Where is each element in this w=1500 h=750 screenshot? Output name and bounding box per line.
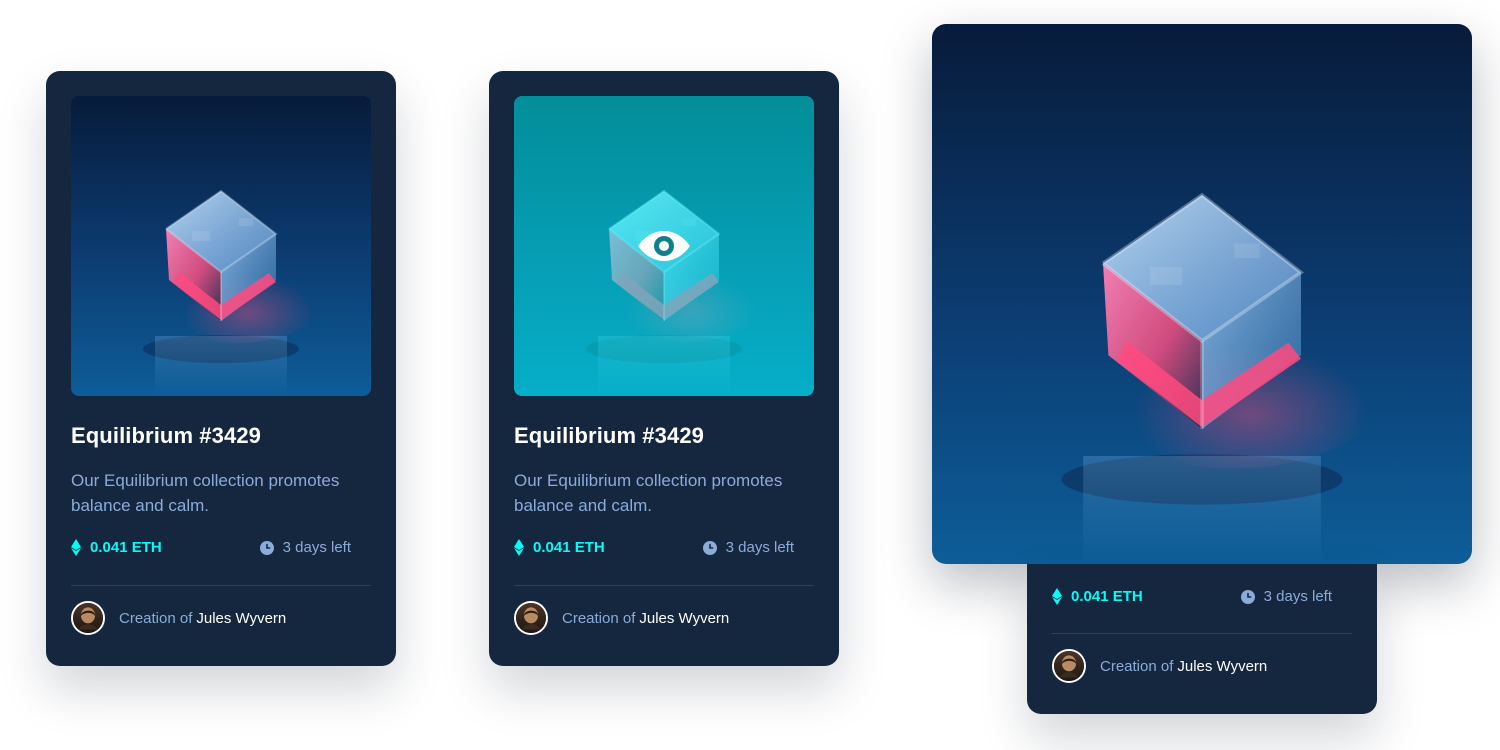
equilibrium-image-hover[interactable] — [514, 96, 814, 396]
clock-icon — [1240, 589, 1255, 604]
time-left-value: 3 days left — [725, 539, 794, 556]
divider — [1052, 633, 1352, 634]
cube-illustration — [71, 96, 371, 396]
price: 0.041 ETH — [514, 539, 605, 556]
clock-icon — [702, 540, 717, 555]
creator-prefix: Creation of — [1100, 657, 1174, 675]
creator-row: Creation of Jules Wyvern — [1052, 649, 1267, 683]
nft-title[interactable]: Equilibrium #3429 — [514, 423, 704, 449]
price: 0.041 ETH — [71, 539, 162, 556]
creator-prefix: Creation of — [119, 609, 193, 627]
ethereum-icon — [1052, 588, 1062, 605]
stats-row: 0.041 ETH 3 days left — [71, 539, 371, 563]
creator-avatar — [514, 601, 548, 635]
time-left: 3 days left — [1240, 588, 1332, 605]
divider — [71, 585, 371, 586]
clock-icon — [259, 540, 274, 555]
equilibrium-image-large[interactable] — [932, 24, 1472, 564]
time-left-value: 3 days left — [1263, 588, 1332, 605]
nft-description: Our Equilibrium collection promotes bala… — [71, 471, 340, 515]
creator-name[interactable]: Jules Wyvern — [1177, 658, 1267, 675]
creator-avatar — [71, 601, 105, 635]
time-left-value: 3 days left — [282, 539, 351, 556]
eye-icon-svg — [638, 231, 690, 261]
time-left: 3 days left — [702, 539, 794, 556]
price-value: 0.041 ETH — [90, 539, 162, 556]
creator-prefix: Creation of — [562, 609, 636, 627]
price-value: 0.041 ETH — [1071, 588, 1143, 605]
creator-row: Creation of Jules Wyvern — [71, 601, 286, 635]
nft-card-hover-state: Equilibrium #3429 Our Equilibrium collec… — [489, 71, 839, 666]
creator-avatar — [1052, 649, 1086, 683]
nft-card-default: Equilibrium #3429 Our Equilibrium collec… — [46, 71, 396, 666]
stats-row: 0.041 ETH 3 days left — [514, 539, 814, 563]
creator-avatar-image — [73, 603, 103, 633]
creator-avatar-image — [516, 603, 546, 633]
divider — [514, 585, 814, 586]
creator-name[interactable]: Jules Wyvern — [639, 610, 729, 627]
creator-name[interactable]: Jules Wyvern — [196, 610, 286, 627]
creator-avatar-image — [1054, 651, 1084, 681]
ethereum-icon — [514, 539, 524, 556]
nft-card-expanded-preview: 0.041 ETH 3 days left Creation of Jules … — [1027, 564, 1377, 714]
creator-row: Creation of Jules Wyvern — [514, 601, 729, 635]
equilibrium-image[interactable] — [71, 96, 371, 396]
time-left: 3 days left — [259, 539, 351, 556]
nft-description: Our Equilibrium collection promotes bala… — [514, 471, 783, 515]
eye-icon[interactable] — [637, 230, 691, 262]
cube-illustration-large — [932, 24, 1472, 564]
price-value: 0.041 ETH — [533, 539, 605, 556]
nft-title[interactable]: Equilibrium #3429 — [71, 423, 261, 449]
stats-row: 0.041 ETH 3 days left — [1052, 588, 1352, 612]
price: 0.041 ETH — [1052, 588, 1143, 605]
ethereum-icon — [71, 539, 81, 556]
